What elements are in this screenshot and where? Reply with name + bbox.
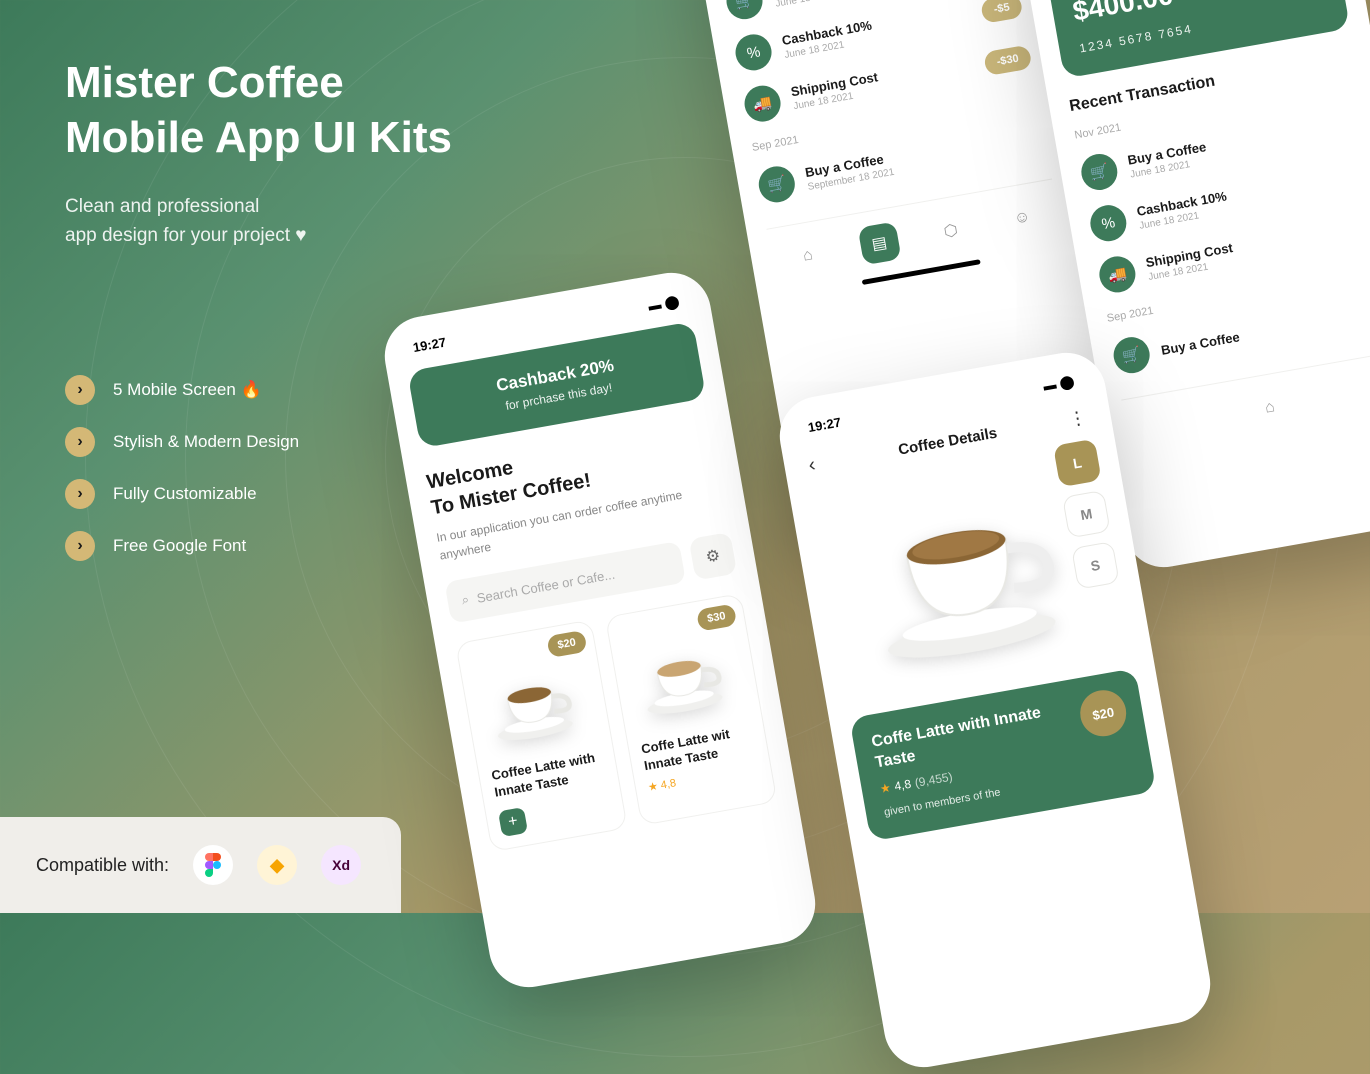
more-button[interactable]: ⋮ (1055, 407, 1088, 433)
nav-wallet[interactable]: ▤ (857, 221, 901, 265)
sketch-icon: ◆ (257, 845, 297, 885)
chevron-right-icon: › (65, 531, 95, 561)
price-badge: $20 (1077, 687, 1130, 740)
feature-item: ›Free Google Font (65, 531, 299, 561)
signal-wifi-battery-icon: ▬ ⬤ (647, 293, 680, 314)
size-m-button[interactable]: M (1062, 490, 1111, 539)
feature-item: ›Stylish & Modern Design (65, 427, 299, 457)
chevron-right-icon: › (65, 427, 95, 457)
chevron-right-icon: › (65, 479, 95, 509)
filter-icon: ⚙ (704, 545, 722, 567)
xd-icon: Xd (321, 845, 361, 885)
filter-button[interactable]: ⚙ (689, 532, 738, 581)
nav-home[interactable]: ⌂ (1248, 386, 1292, 430)
compatibility-label: Compatible with: (36, 855, 169, 876)
nav-bag[interactable]: ⬡ (929, 209, 973, 253)
add-button[interactable]: + (498, 807, 528, 837)
chevron-right-icon: › (65, 375, 95, 405)
cart-icon: 🛒 (1111, 334, 1153, 376)
size-s-button[interactable]: S (1071, 541, 1120, 590)
nav-profile[interactable]: ☺ (1000, 196, 1044, 240)
figma-icon (193, 845, 233, 885)
percent-icon: % (733, 32, 775, 74)
truck-icon: 🚚 (1097, 254, 1139, 296)
hero-text: Mister CoffeeMobile App UI Kits Clean an… (65, 55, 452, 250)
product-card[interactable]: $20 Coffee Latte with Innate Taste + (455, 619, 628, 852)
cart-icon: 🛒 (1078, 151, 1120, 193)
size-l-button[interactable]: L (1053, 439, 1102, 488)
truck-icon: 🚚 (742, 83, 784, 125)
nav-home[interactable]: ⌂ (786, 234, 830, 278)
percent-icon: % (1088, 202, 1130, 244)
product-card[interactable]: $30 Coffe Latte wit Innate Taste ★ 4,8 (605, 593, 778, 826)
coffee-cup-image (473, 650, 599, 758)
compatibility-bar: Compatible with: ◆ Xd (0, 817, 401, 913)
back-button[interactable]: ‹ (807, 450, 841, 478)
cart-icon: 🛒 (756, 163, 798, 205)
feature-list: ›5 Mobile Screen 🔥 ›Stylish & Modern Des… (65, 375, 299, 583)
search-icon: ⌕ (460, 591, 470, 608)
coffee-cup-image (855, 459, 1087, 691)
cart-icon: 🛒 (724, 0, 766, 22)
feature-item: ›Fully Customizable (65, 479, 299, 509)
coffee-cup-image (623, 624, 749, 732)
hero-title: Mister CoffeeMobile App UI Kits (65, 55, 452, 165)
signal-wifi-battery-icon: ▬ ⬤ (1042, 373, 1075, 394)
feature-item: ›5 Mobile Screen 🔥 (65, 375, 299, 405)
hero-subtitle: Clean and professionalapp design for you… (65, 193, 452, 250)
product-detail-card: $20 Coffe Latte with Innate Taste ★4,8(9… (849, 668, 1156, 841)
